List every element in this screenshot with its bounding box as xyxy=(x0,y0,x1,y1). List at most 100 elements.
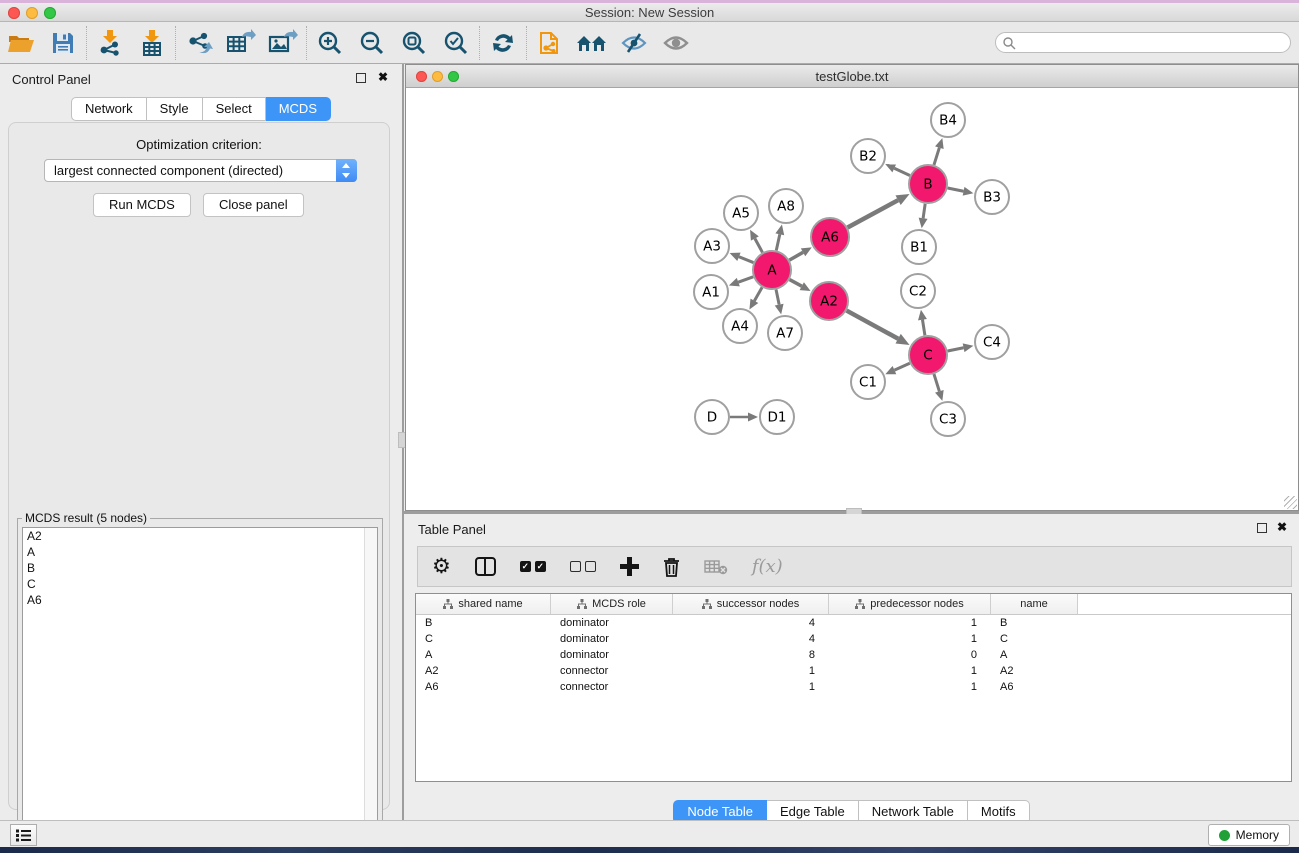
table-cell[interactable]: C xyxy=(991,631,1078,647)
zoom-out-button[interactable] xyxy=(351,24,393,62)
graph-node-D1[interactable]: D1 xyxy=(760,400,794,434)
export-network-button[interactable] xyxy=(178,24,220,62)
table-row[interactable]: Adominator80A xyxy=(416,647,1291,663)
table-cell[interactable]: 4 xyxy=(673,615,829,631)
table-cell[interactable]: 1 xyxy=(829,615,991,631)
table-cell[interactable]: 1 xyxy=(673,679,829,695)
close-panel-button[interactable]: Close panel xyxy=(203,193,304,217)
mcds-result-item[interactable]: A2 xyxy=(23,528,377,544)
mcds-result-item[interactable]: A6 xyxy=(23,592,377,608)
table-row[interactable]: A6connector11A6 xyxy=(416,679,1291,695)
network-window-titlebar[interactable]: testGlobe.txt xyxy=(406,65,1298,88)
graph-edge-B-B2[interactable] xyxy=(885,164,910,176)
tab-mcds[interactable]: MCDS xyxy=(266,97,331,121)
zoom-in-button[interactable] xyxy=(309,24,351,62)
close-panel-icon[interactable]: ✖ xyxy=(1277,520,1287,534)
graph-node-A4[interactable]: A4 xyxy=(723,309,757,343)
zoom-fit-button[interactable] xyxy=(393,24,435,62)
graph-node-C3[interactable]: C3 xyxy=(931,402,965,436)
graph-edge-A6-B[interactable] xyxy=(848,194,910,227)
float-panel-icon[interactable] xyxy=(356,73,366,83)
import-table-button[interactable] xyxy=(131,24,173,62)
window-resize-grip[interactable] xyxy=(1284,496,1297,509)
table-settings-button[interactable]: ⚙ xyxy=(432,557,451,577)
search-input[interactable] xyxy=(1016,34,1290,51)
graph-node-B4[interactable]: B4 xyxy=(931,103,965,137)
criterion-select[interactable]: largest connected component (directed) xyxy=(44,159,357,182)
deselect-all-columns-button[interactable] xyxy=(570,561,596,572)
table-cell[interactable]: B xyxy=(991,615,1078,631)
select-all-columns-button[interactable]: ✓✓ xyxy=(520,561,546,572)
table-cell[interactable]: connector xyxy=(551,679,673,695)
graph-node-C[interactable]: C xyxy=(909,336,947,374)
graph-node-A2[interactable]: A2 xyxy=(810,282,848,320)
table-row[interactable]: Cdominator41C xyxy=(416,631,1291,647)
graph-node-C2[interactable]: C2 xyxy=(901,274,935,308)
graph-edge-A-A6[interactable] xyxy=(789,247,811,260)
graph-node-A[interactable]: A xyxy=(753,251,791,289)
graph-edge-A-A5[interactable] xyxy=(750,230,762,253)
graph-node-B2[interactable]: B2 xyxy=(851,139,885,173)
table-cell[interactable]: dominator xyxy=(551,631,673,647)
table-cell[interactable]: dominator xyxy=(551,615,673,631)
graph-edge-A-A2[interactable] xyxy=(790,280,811,291)
network-graph[interactable]: B4B2BB3A8A5A6A3B1AC2A1A2A4A7C4CC1C3DD1 xyxy=(406,88,1298,509)
table-cell[interactable]: A xyxy=(991,647,1078,663)
graph-node-A6[interactable]: A6 xyxy=(811,218,849,256)
table-cell[interactable]: A2 xyxy=(991,663,1078,679)
mcds-result-item[interactable]: B xyxy=(23,560,377,576)
table-cell[interactable]: A xyxy=(416,647,551,663)
graph-edge-A-A1[interactable] xyxy=(729,277,753,287)
show-tasks-button[interactable] xyxy=(10,824,37,846)
table-cell[interactable]: 1 xyxy=(829,631,991,647)
graph-node-C1[interactable]: C1 xyxy=(851,365,885,399)
graph-edge-C-C2[interactable] xyxy=(918,310,927,335)
column-header-MCDS-role[interactable]: MCDS role xyxy=(551,594,673,614)
column-header-successor-nodes[interactable]: successor nodes xyxy=(673,594,829,614)
graph-node-A1[interactable]: A1 xyxy=(694,275,728,309)
graph-edge-A-A7[interactable] xyxy=(775,290,784,315)
export-table-button[interactable] xyxy=(220,24,262,62)
import-network-button[interactable] xyxy=(89,24,131,62)
graph-edge-C-C4[interactable] xyxy=(948,343,974,352)
mcds-list-scrollbar[interactable] xyxy=(364,528,377,851)
column-header-predecessor-nodes[interactable]: predecessor nodes xyxy=(829,594,991,614)
show-graphics-details-button[interactable] xyxy=(655,24,697,62)
delete-columns-button[interactable] xyxy=(663,557,680,577)
graph-node-A3[interactable]: A3 xyxy=(695,229,729,263)
graph-node-A8[interactable]: A8 xyxy=(769,189,803,223)
export-image-button[interactable] xyxy=(262,24,304,62)
graph-edge-C-C3[interactable] xyxy=(934,374,944,401)
node-table[interactable]: shared nameMCDS rolesuccessor nodesprede… xyxy=(415,593,1292,782)
table-cell[interactable]: B xyxy=(416,615,551,631)
mcds-result-list[interactable]: A2ABCA6 xyxy=(22,527,378,852)
tab-select[interactable]: Select xyxy=(203,97,266,121)
run-mcds-button[interactable]: Run MCDS xyxy=(93,193,191,217)
open-session-button[interactable] xyxy=(0,24,42,62)
graph-edge-C-C1[interactable] xyxy=(885,363,909,374)
graph-edge-D-D1[interactable] xyxy=(730,413,758,422)
table-cell[interactable]: A2 xyxy=(416,663,551,679)
graph-node-A7[interactable]: A7 xyxy=(768,316,802,350)
table-cell[interactable]: dominator xyxy=(551,647,673,663)
graph-edge-A-A3[interactable] xyxy=(730,253,754,263)
table-cell[interactable]: 1 xyxy=(829,663,991,679)
refresh-view-button[interactable] xyxy=(482,24,524,62)
table-cell[interactable]: 1 xyxy=(673,663,829,679)
graph-edge-A2-C[interactable] xyxy=(847,311,910,345)
function-builder-button[interactable]: f(x) xyxy=(752,556,783,577)
column-header-name[interactable]: name xyxy=(991,594,1078,614)
float-panel-icon[interactable] xyxy=(1257,523,1267,533)
network-canvas[interactable]: B4B2BB3A8A5A6A3B1AC2A1A2A4A7C4CC1C3DD1 xyxy=(406,88,1298,510)
show-columns-button[interactable] xyxy=(475,557,496,576)
zoom-selected-button[interactable] xyxy=(435,24,477,62)
mcds-result-item[interactable]: A xyxy=(23,544,377,560)
graph-node-B3[interactable]: B3 xyxy=(975,180,1009,214)
graph-node-D[interactable]: D xyxy=(695,400,729,434)
graph-edge-B-B1[interactable] xyxy=(919,204,928,228)
graph-node-C4[interactable]: C4 xyxy=(975,325,1009,359)
graph-edge-A-A4[interactable] xyxy=(749,287,762,309)
table-cell[interactable]: A6 xyxy=(991,679,1078,695)
table-row[interactable]: Bdominator41B xyxy=(416,615,1291,631)
add-column-button[interactable] xyxy=(620,557,639,576)
